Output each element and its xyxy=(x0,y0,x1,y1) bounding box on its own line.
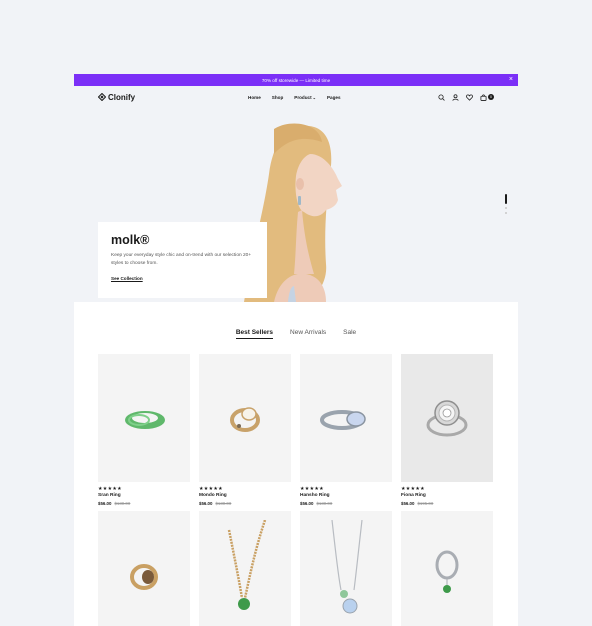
original-price: $130.00 xyxy=(316,501,333,506)
logo-icon xyxy=(98,93,106,101)
product-card[interactable]: ★★★★★ Fiona Ring $56.00 $195.00 xyxy=(401,354,493,506)
diamond-halo-ring-image xyxy=(426,400,468,437)
product-card[interactable]: ★★★★★ Sran Ring $56.00 $130.00 xyxy=(98,354,190,506)
hero-section: Clonify Home Shop Product⌄ Pages 0 molk®… xyxy=(74,86,518,302)
product-image-pearl-ring[interactable] xyxy=(199,354,291,482)
product-price: $56.00 $195.00 xyxy=(401,501,493,506)
product-image-green-pendant[interactable] xyxy=(199,511,291,626)
current-price: $56.00 xyxy=(98,501,112,506)
product-card[interactable] xyxy=(199,511,291,626)
green-glass-ring-image xyxy=(125,411,165,429)
product-name[interactable]: Sran Ring xyxy=(98,493,190,498)
pearl-gold-ring-image xyxy=(230,407,260,432)
green-pendant-gold-chain-image xyxy=(227,520,267,610)
rating-stars: ★★★★★ xyxy=(199,486,223,492)
see-collection-link[interactable]: See Collection xyxy=(111,276,143,281)
product-image-green-ring[interactable] xyxy=(98,354,190,482)
product-name[interactable]: Mondo Ring xyxy=(199,493,291,498)
product-price: $56.00 $130.00 xyxy=(98,501,190,506)
original-price: $130.00 xyxy=(215,501,232,506)
tab-sale[interactable]: Sale xyxy=(343,329,356,339)
bag-icon xyxy=(480,93,487,101)
main-nav: Clonify Home Shop Product⌄ Pages 0 xyxy=(74,86,518,108)
rating-stars: ★★★★★ xyxy=(98,486,122,492)
product-tabs: Best Sellers New Arrivals Sale xyxy=(74,329,518,339)
nav-menu: Home Shop Product⌄ Pages xyxy=(248,86,341,108)
hero-description: Keep your everyday style chic and on-tre… xyxy=(111,253,252,266)
nav-item-product-label: Product xyxy=(294,94,312,100)
close-icon[interactable]: × xyxy=(509,75,513,85)
product-image-brown-ring[interactable] xyxy=(98,511,190,626)
product-image-blue-pendant[interactable] xyxy=(300,511,392,626)
current-price: $56.00 xyxy=(199,501,213,506)
product-image-opal-ring[interactable] xyxy=(300,354,392,482)
product-name[interactable]: Fiona Ring xyxy=(401,493,493,498)
cart-count-badge: 0 xyxy=(488,94,494,100)
current-price: $56.00 xyxy=(300,501,314,506)
product-grid: ★★★★★ Sran Ring $56.00 $130.00 ★★★★★ Mond… xyxy=(98,354,494,626)
logo[interactable]: Clonify xyxy=(98,93,135,102)
slider-dot-2[interactable] xyxy=(505,207,507,209)
nav-icons: 0 xyxy=(438,86,494,108)
blue-pendant-silver-chain-image xyxy=(331,520,363,614)
product-card[interactable] xyxy=(300,511,392,626)
product-card[interactable]: ★★★★★ Hansho Ring $56.00 $130.00 xyxy=(300,354,392,506)
product-price: $56.00 $130.00 xyxy=(199,501,291,506)
search-icon[interactable] xyxy=(438,93,445,101)
rating-stars: ★★★★★ xyxy=(300,486,324,492)
green-drop-silver-ring-image xyxy=(435,550,459,593)
product-price: $56.00 $130.00 xyxy=(300,501,392,506)
tab-best-sellers[interactable]: Best Sellers xyxy=(235,329,274,339)
slider-dot-1[interactable] xyxy=(505,194,507,204)
product-image-green-drop-ring[interactable] xyxy=(401,511,493,626)
product-card[interactable] xyxy=(98,511,190,626)
chevron-down-icon: ⌄ xyxy=(312,94,316,100)
hero-card: molk® Keep your everyday style chic and … xyxy=(98,222,267,298)
nav-item-home[interactable]: Home xyxy=(248,95,261,100)
hero-title: molk® xyxy=(111,233,150,247)
nav-item-product[interactable]: Product⌄ xyxy=(294,95,316,100)
announcement-text: 70% off storewide — Limited time xyxy=(261,77,331,83)
brand-name: Clonify xyxy=(108,92,136,102)
user-icon[interactable] xyxy=(452,93,459,101)
cart-button[interactable]: 0 xyxy=(480,93,494,101)
product-image-diamond-ring[interactable] xyxy=(401,354,493,482)
announcement-bar: 70% off storewide — Limited time × xyxy=(74,74,518,86)
slider-dot-3[interactable] xyxy=(505,212,507,214)
nav-item-shop[interactable]: Shop xyxy=(272,95,283,100)
rating-stars: ★★★★★ xyxy=(401,486,425,492)
heart-icon[interactable] xyxy=(466,94,473,101)
tab-new-arrivals[interactable]: New Arrivals xyxy=(290,329,326,339)
original-price: $130.00 xyxy=(114,501,131,506)
slider-dots xyxy=(505,194,507,214)
brown-stone-gold-ring-image xyxy=(130,564,158,590)
page-frame: 70% off storewide — Limited time × Cloni… xyxy=(74,74,518,626)
current-price: $56.00 xyxy=(401,501,415,506)
opal-silver-ring-image xyxy=(320,410,366,430)
product-card[interactable] xyxy=(401,511,493,626)
product-name[interactable]: Hansho Ring xyxy=(300,493,392,498)
original-price: $195.00 xyxy=(417,501,434,506)
nav-item-pages[interactable]: Pages xyxy=(327,95,341,100)
product-card[interactable]: ★★★★★ Mondo Ring $56.00 $130.00 xyxy=(199,354,291,506)
